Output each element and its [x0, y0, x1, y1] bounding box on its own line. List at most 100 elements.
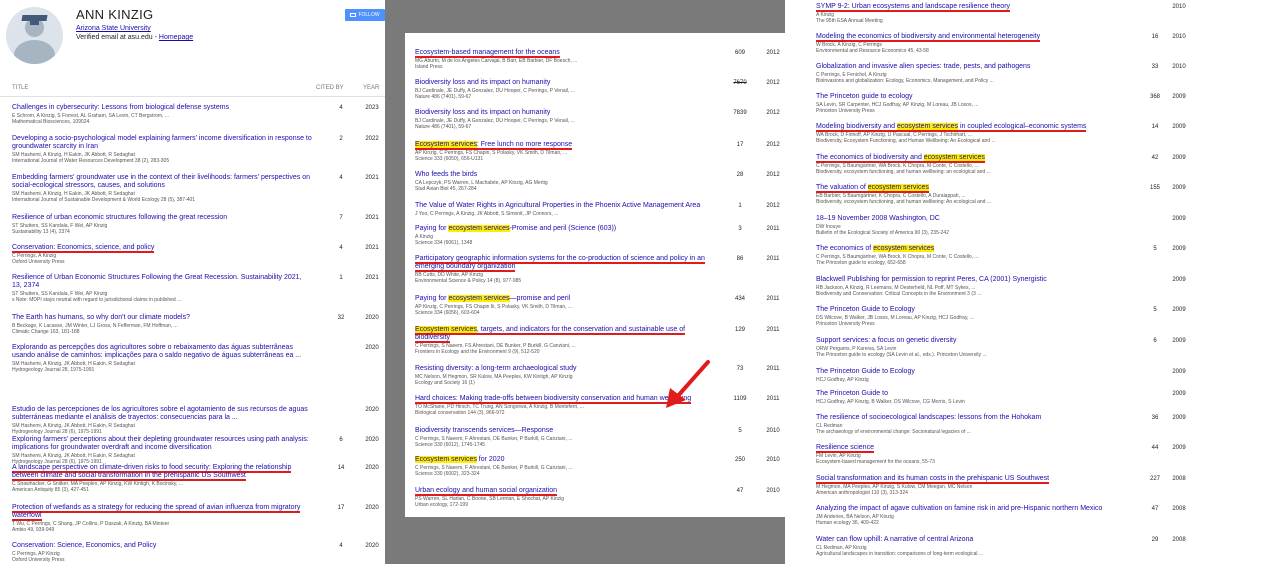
cited-by-count[interactable]: 1	[725, 203, 755, 209]
cited-by-count[interactable]: 1	[336, 275, 346, 281]
publication-title-link[interactable]: The Earth has humans, so why don't our c…	[12, 314, 312, 322]
publication-year: 2010	[766, 457, 780, 463]
publication-title-link[interactable]: 18–19 November 2008 Washington, DC	[816, 215, 1141, 223]
publication-title-link[interactable]: Conservation: Science, Economics, and Po…	[12, 542, 312, 550]
publication-title-link[interactable]: SYMP 9-2: Urban ecosystems and landscape…	[816, 3, 1141, 12]
cited-by-count[interactable]: 17	[725, 142, 755, 148]
publication-title-link[interactable]: Exploring farmers' perceptions about the…	[12, 436, 312, 452]
cited-by-count[interactable]: 609	[725, 50, 755, 56]
publication-title-link[interactable]: Estudio de las percepciones de los agric…	[12, 406, 312, 422]
publication-title-link[interactable]: Explorando as percepções dos agricultore…	[12, 344, 312, 360]
publication-title-link[interactable]: Protection of wetlands as a strategy for…	[12, 504, 312, 521]
year-column-header[interactable]: YEAR	[363, 85, 379, 91]
cited-by-count[interactable]: 28	[725, 172, 755, 178]
cited-by-count[interactable]: 368	[1142, 94, 1168, 100]
cited-by-count[interactable]: 5	[1142, 307, 1168, 313]
cited-by-count[interactable]: 2	[336, 136, 346, 142]
publication-title-link[interactable]: The Princeton guide to ecology	[816, 93, 1141, 101]
cited-by-column-header[interactable]: CITED BY	[316, 85, 344, 91]
publication-year: 2010	[766, 428, 780, 434]
cited-by-count[interactable]: 36	[1142, 415, 1168, 421]
publication-title-link[interactable]: Paying for ecosystem services—promise an…	[415, 295, 713, 303]
cited-by-count[interactable]: 47	[1142, 506, 1168, 512]
publication-title-link[interactable]: Ecosystem services, targets, and indicat…	[415, 326, 713, 343]
cited-by-count[interactable]: 6	[1142, 338, 1168, 344]
publication-title-link[interactable]: Water can flow uphill: A narrative of ce…	[816, 536, 1141, 544]
publication-title-link[interactable]: Resilience of Urban Economic Structures …	[12, 274, 312, 290]
publication-venue: Island Press	[415, 64, 443, 70]
cited-by-count[interactable]: 5	[725, 428, 755, 434]
publication-venue: Biodiversity and Conservation: Critical …	[816, 291, 982, 297]
publication-title-link[interactable]: Modeling the economics of biodiversity a…	[816, 33, 1141, 42]
publication-title-link[interactable]: The economics of biodiversity and ecosys…	[816, 154, 1141, 163]
cited-by-count[interactable]: 42	[1142, 155, 1168, 161]
cited-by-count[interactable]: 7839	[725, 110, 755, 116]
publication-venue: Biodiversity, ecosystem functioning, and…	[816, 169, 991, 175]
publication-title-link[interactable]: The economics of ecosystem services	[816, 245, 1141, 253]
publication-year: 2008	[1172, 537, 1186, 543]
cited-by-count[interactable]: 86	[725, 256, 755, 262]
cited-by-count[interactable]: 33	[1142, 64, 1168, 70]
cited-by-count[interactable]: 14	[336, 465, 346, 471]
profile-name: ANN KINZIG	[76, 7, 154, 22]
cited-by-count[interactable]: 14	[1142, 124, 1168, 130]
publication-title-link[interactable]: The Princeton Guide to Ecology	[816, 368, 1141, 376]
cited-by-count[interactable]: 44	[1142, 445, 1168, 451]
cited-by-count[interactable]: 227	[1142, 476, 1168, 482]
publication-title-link[interactable]: Participatory geographic information sys…	[415, 255, 713, 272]
cited-by-count[interactable]: 73	[725, 366, 755, 372]
publication-title-link[interactable]: Developing a socio-psychological model e…	[12, 135, 312, 151]
cited-by-count[interactable]: 29	[1142, 537, 1168, 543]
publication-title-link[interactable]: The Value of Water Rights in Agricultura…	[415, 202, 713, 210]
homepage-link[interactable]: Homepage	[159, 34, 193, 41]
publication-title-link[interactable]: Ecosystem services: Free lunch no more r…	[415, 141, 713, 150]
publication-title-link[interactable]: The Princeton Guide to Ecology	[816, 306, 1141, 314]
cited-by-count[interactable]: 6	[336, 437, 346, 443]
publication-title-link[interactable]: The resilience of socioecological landsc…	[816, 414, 1141, 422]
cited-by-count[interactable]: 47	[725, 488, 755, 494]
publication-title-link[interactable]: Who feeds the birds	[415, 171, 713, 179]
publication-title-link[interactable]: Paying for ecosystem services-Promise an…	[415, 225, 713, 233]
cited-by-count[interactable]: 4	[336, 245, 346, 251]
publication-title-link[interactable]: Modeling biodiversity and ecosystem serv…	[816, 123, 1141, 132]
profile-affiliation-link[interactable]: Arizona State University	[76, 25, 151, 32]
cited-by-count[interactable]: 4	[336, 105, 346, 111]
publication-title-link[interactable]: Biodiversity transcends services—Respons…	[415, 427, 713, 435]
title-column-header[interactable]: TITLE	[12, 85, 28, 91]
follow-button[interactable]: FOLLOW	[345, 9, 385, 21]
publication-title-link[interactable]: Embedding farmers' groundwater use in th…	[12, 174, 312, 190]
cited-by-count[interactable]: 7	[336, 215, 346, 221]
publication-venue: Nature 486 (7401), 59-67	[415, 124, 472, 130]
publication-title-link[interactable]: Biodiversity loss and its impact on huma…	[415, 109, 713, 117]
publication-title-link[interactable]: Analyzing the impact of agave cultivatio…	[816, 505, 1141, 513]
publication-title-link[interactable]: Challenges in cybersecurity: Lessons fro…	[12, 104, 312, 112]
publication-list-right: SYMP 9-2: Urban ecosystems and landscape…	[786, 0, 1272, 564]
publication-title-link[interactable]: Resilience science	[816, 444, 1141, 453]
cited-by-count[interactable]: 4	[336, 175, 346, 181]
publication-title-link[interactable]: Resilience of urban economic structures …	[12, 214, 312, 222]
cited-by-count[interactable]: 5	[1142, 246, 1168, 252]
cited-by-count[interactable]: 155	[1142, 185, 1168, 191]
publication-title-link[interactable]: A landscape perspective on climate-drive…	[12, 464, 312, 481]
publication-title-link[interactable]: Conservation: Economics, science, and po…	[12, 244, 312, 253]
cited-by-count[interactable]: 32	[336, 315, 346, 321]
cited-by-count[interactable]: 3	[725, 226, 755, 232]
cited-by-count[interactable]: 129	[725, 327, 755, 333]
publication-title-link[interactable]: The valuation of ecosystem services	[816, 184, 1141, 193]
publication-title-link[interactable]: Support services: a focus on genetic div…	[816, 337, 1141, 345]
cited-by-count[interactable]: 7670	[725, 80, 755, 86]
publication-title-link[interactable]: The Princeton Guide to	[816, 390, 1141, 398]
cited-by-count[interactable]: 4	[336, 543, 346, 549]
publication-title-link[interactable]: Urban ecology and human social organizat…	[415, 487, 713, 496]
cited-by-count[interactable]: 1109	[725, 396, 755, 402]
publication-title-link[interactable]: Social transformation and its human cost…	[816, 475, 1141, 484]
publication-title-link[interactable]: Blackwell Publishing for permission to r…	[816, 276, 1141, 284]
cited-by-count[interactable]: 250	[725, 457, 755, 463]
cited-by-count[interactable]: 434	[725, 296, 755, 302]
publication-title-link[interactable]: Biodiversity loss and its impact on huma…	[415, 79, 713, 87]
cited-by-count[interactable]: 17	[336, 505, 346, 511]
publication-title-link[interactable]: Ecosystem-based management for the ocean…	[415, 49, 713, 58]
cited-by-count[interactable]: 16	[1142, 34, 1168, 40]
publication-title-link[interactable]: Globalization and invasive alien species…	[816, 63, 1141, 71]
publication-title-link[interactable]: Ecosystem services for 2020	[415, 456, 713, 464]
